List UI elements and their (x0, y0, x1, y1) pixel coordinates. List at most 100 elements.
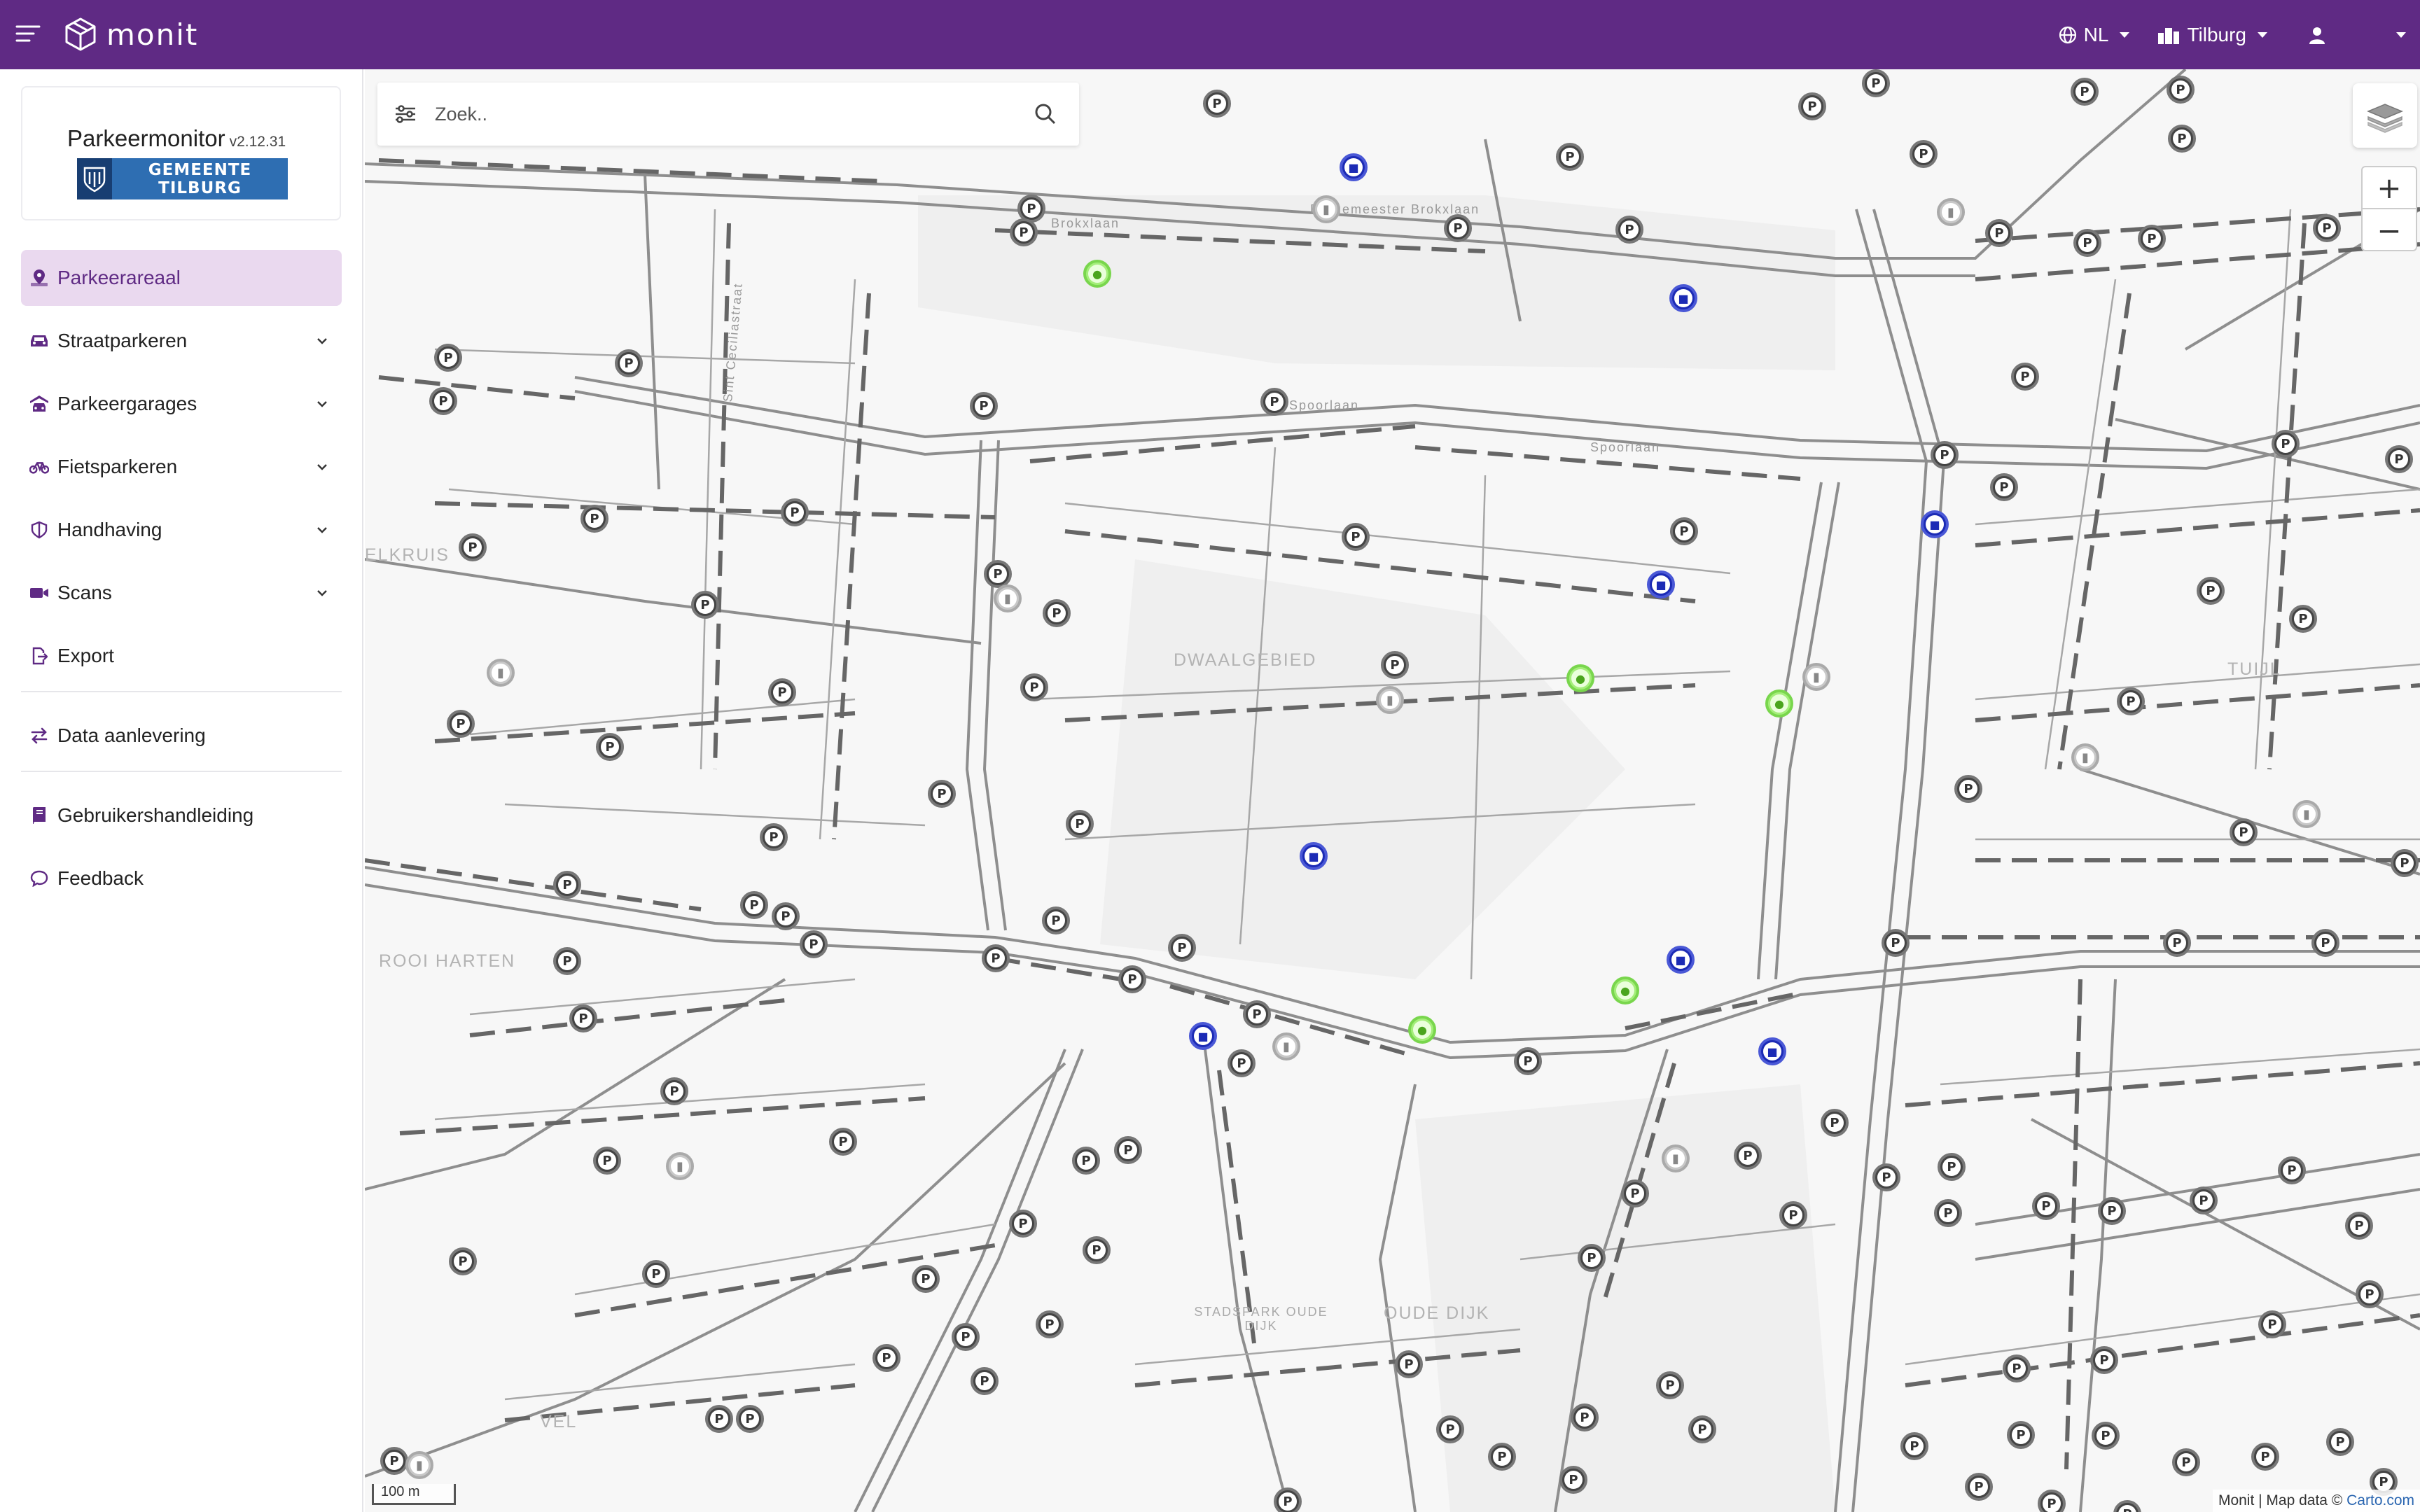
parking-marker[interactable]: P (1436, 1415, 1464, 1443)
parking-marker[interactable]: P (2356, 1280, 2384, 1308)
parking-marker[interactable]: P (1882, 929, 1910, 957)
parking-marker[interactable]: P (2032, 1192, 2060, 1220)
sidebar-item-parkeergarages[interactable]: Parkeergarages (21, 376, 342, 432)
parking-marker[interactable]: P (984, 560, 1012, 588)
parking-marker[interactable]: P (1862, 69, 1890, 97)
parking-meter-marker[interactable]: ▮ (1312, 195, 1340, 223)
parking-marker[interactable]: P (2278, 1156, 2306, 1184)
parking-marker[interactable]: P (2385, 445, 2413, 473)
parking-marker[interactable]: P (1734, 1142, 1762, 1170)
parking-marker[interactable]: P (1985, 219, 2013, 247)
parking-marker[interactable]: P (970, 392, 998, 420)
layer-switcher-button[interactable] (2353, 83, 2417, 148)
parking-marker[interactable]: P (2272, 430, 2300, 458)
parking-marker[interactable]: P (1036, 1310, 1064, 1338)
parking-marker[interactable]: P (829, 1128, 857, 1156)
parking-marker[interactable]: P (971, 1367, 999, 1395)
parking-marker[interactable]: P (1965, 1473, 1993, 1501)
zoom-out-button[interactable]: − (2363, 209, 2416, 251)
search-icon[interactable] (1031, 100, 1059, 128)
parking-marker[interactable]: P (380, 1447, 408, 1475)
garage-marker[interactable]: ■ (1340, 153, 1368, 181)
parking-marker[interactable]: P (1798, 92, 1826, 120)
parking-marker[interactable]: P (2090, 1346, 2118, 1374)
parking-marker[interactable]: P (1083, 1236, 1111, 1264)
parking-marker[interactable]: P (2117, 687, 2145, 715)
garage-marker[interactable]: ■ (1669, 284, 1697, 312)
parking-marker[interactable]: P (1670, 517, 1698, 545)
parking-marker[interactable]: P (982, 944, 1010, 972)
parking-marker[interactable]: P (691, 591, 719, 619)
parking-marker[interactable]: P (1559, 1466, 1587, 1494)
parking-marker[interactable]: P (1556, 143, 1584, 171)
attribution-link[interactable]: Carto.com (2346, 1492, 2414, 1508)
parking-marker[interactable]: P (1488, 1443, 1516, 1471)
parking-meter-marker[interactable]: ▮ (1662, 1144, 1690, 1172)
parking-meter-marker[interactable]: ▮ (1376, 686, 1404, 714)
parking-marker[interactable]: P (1934, 1199, 1962, 1227)
parking-marker[interactable]: P (642, 1260, 670, 1288)
sidebar-item-data-aanlevering[interactable]: Data aanlevering (21, 708, 342, 764)
parking-marker[interactable]: P (449, 1247, 477, 1275)
parking-marker[interactable]: P (2167, 76, 2195, 104)
parking-marker[interactable]: P (736, 1405, 764, 1433)
parking-meter-marker[interactable]: ▮ (405, 1451, 433, 1479)
parking-marker[interactable]: P (2197, 577, 2225, 605)
parking-marker[interactable]: P (1954, 775, 1982, 803)
parking-marker[interactable]: P (1821, 1109, 1849, 1137)
parking-marker[interactable]: P (952, 1323, 980, 1351)
parking-marker[interactable]: P (772, 902, 800, 930)
parking-marker[interactable]: P (2345, 1212, 2373, 1240)
parking-marker[interactable]: P (2073, 229, 2101, 257)
garage-marker[interactable]: ■ (1758, 1037, 1786, 1065)
parking-marker[interactable]: P (1168, 934, 1196, 962)
parking-marker[interactable]: P (1656, 1371, 1684, 1399)
map-view[interactable]: DWAALGEBIED ROOI HARTEN OUDE DIJK STADSP… (365, 69, 2420, 1512)
parking-marker[interactable]: P (1228, 1049, 1256, 1077)
parking-marker[interactable]: P (1042, 906, 1070, 934)
parking-marker[interactable]: P (2098, 1197, 2126, 1225)
parking-marker[interactable]: P (1578, 1244, 1606, 1272)
parking-marker[interactable]: P (615, 349, 643, 377)
parking-marker[interactable]: P (660, 1077, 688, 1105)
parking-marker[interactable]: P (1010, 218, 1038, 246)
parking-marker[interactable]: P (1688, 1415, 1716, 1443)
garage-marker[interactable]: ■ (1189, 1022, 1217, 1050)
parking-marker[interactable]: P (1043, 599, 1071, 627)
sidebar-item-handhaving[interactable]: Handhaving (21, 502, 342, 558)
city-selector[interactable]: Tilburg (2157, 24, 2267, 46)
parking-marker[interactable]: P (2092, 1422, 2120, 1450)
parking-marker[interactable]: P (1118, 965, 1146, 993)
parking-marker[interactable]: P (1938, 1153, 1966, 1181)
parking-marker[interactable]: P (1274, 1488, 1302, 1512)
parking-marker[interactable]: P (580, 505, 609, 533)
parking-marker[interactable]: P (872, 1344, 900, 1372)
parking-marker[interactable]: P (768, 678, 796, 706)
parking-marker[interactable]: P (1931, 441, 1959, 469)
parking-meter-marker[interactable]: ▮ (666, 1152, 694, 1180)
parking-meter-marker[interactable]: ▮ (1272, 1032, 1300, 1060)
parking-marker[interactable]: P (2230, 818, 2258, 846)
brand-logo[interactable]: monit (64, 17, 198, 52)
parking-marker[interactable]: P (1260, 388, 1288, 416)
parking-marker[interactable]: P (760, 823, 788, 851)
filter-icon[interactable] (391, 100, 419, 128)
parking-marker[interactable]: P (1615, 216, 1643, 244)
parking-meter-marker[interactable]: ▮ (994, 584, 1022, 612)
user-menu[interactable] (2308, 26, 2406, 44)
parking-marker[interactable]: P (1072, 1147, 1100, 1175)
parking-marker[interactable]: P (1900, 1432, 1928, 1460)
parking-marker[interactable]: P (928, 780, 956, 808)
parking-marker[interactable]: P (2172, 1448, 2200, 1476)
parking-marker[interactable]: P (1066, 810, 1094, 838)
garage-marker[interactable]: ■ (1647, 570, 1675, 598)
sidebar-item-scans[interactable]: Scans (21, 565, 342, 621)
parking-marker[interactable]: P (1342, 523, 1370, 551)
bike-parking-marker[interactable]: ● (1611, 976, 1639, 1004)
parking-marker[interactable]: P (429, 387, 457, 415)
parking-marker[interactable]: P (2007, 1421, 2035, 1449)
parking-marker[interactable]: P (740, 891, 768, 919)
parking-marker[interactable]: P (1243, 1000, 1271, 1028)
bike-parking-marker[interactable]: ● (1765, 690, 1793, 718)
parking-marker[interactable]: P (2138, 225, 2166, 253)
